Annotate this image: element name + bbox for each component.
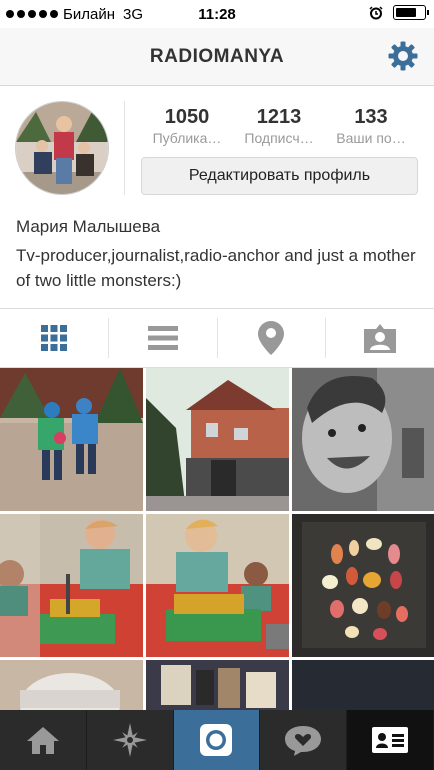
grid-photo[interactable] xyxy=(0,660,143,710)
status-bar: Билайн 3G 11:28 xyxy=(0,0,434,28)
followers-stat[interactable]: 1213 Подписч… xyxy=(232,106,326,146)
gear-icon[interactable] xyxy=(387,40,419,72)
following-stat[interactable]: 133 Ваши по… xyxy=(324,106,418,146)
bottom-tab-bar xyxy=(0,710,434,770)
followers-count: 1213 xyxy=(256,106,302,128)
activity-heart-icon xyxy=(285,726,322,756)
camera-icon xyxy=(200,724,233,756)
grid-photo[interactable] xyxy=(292,660,434,710)
profile-view-tabs xyxy=(0,308,434,368)
carrier-name: Билайн xyxy=(63,5,115,23)
grid-photo[interactable] xyxy=(292,514,434,657)
grid-icon xyxy=(40,325,67,351)
home-icon xyxy=(26,727,59,754)
tab-explore[interactable] xyxy=(87,710,174,770)
followers-label: Подписч… xyxy=(244,130,314,146)
tab-list[interactable] xyxy=(109,318,218,358)
grid-photo[interactable] xyxy=(146,514,289,657)
profile-avatar[interactable] xyxy=(15,101,109,195)
grid-photo[interactable] xyxy=(146,368,289,511)
grid-photo[interactable] xyxy=(0,514,143,657)
profile-username-title: RADIOMANYA xyxy=(149,46,285,67)
alarm-icon xyxy=(369,5,383,19)
list-icon xyxy=(147,326,178,350)
battery-icon xyxy=(393,5,429,20)
posts-label: Публика… xyxy=(152,130,222,146)
profile-full-name: Мария Малышева xyxy=(16,217,161,236)
tab-camera[interactable] xyxy=(173,710,261,770)
signal-strength-icon xyxy=(6,10,58,18)
profile-divider xyxy=(124,101,125,195)
nav-bar: RADIOMANYA xyxy=(0,28,434,86)
profile-bio: Tv-producer,journalist,radio-anchor and … xyxy=(16,246,416,290)
following-count: 133 xyxy=(354,106,388,128)
tagged-person-icon xyxy=(364,324,397,353)
edit-profile-button[interactable]: Редактировать профиль xyxy=(141,157,418,195)
tab-home[interactable] xyxy=(0,710,87,770)
tab-activity[interactable] xyxy=(260,710,348,770)
tab-map[interactable] xyxy=(218,318,327,358)
grid-photo[interactable] xyxy=(292,368,434,511)
map-pin-icon xyxy=(258,321,285,355)
posts-count: 1050 xyxy=(164,106,210,128)
grid-photo[interactable] xyxy=(146,660,289,710)
grid-photo[interactable] xyxy=(0,368,143,511)
tab-profile[interactable] xyxy=(347,710,434,770)
explore-icon xyxy=(112,723,147,757)
photo-grid xyxy=(0,368,434,710)
tab-grid[interactable] xyxy=(0,318,109,358)
tab-tagged[interactable] xyxy=(326,318,434,358)
posts-stat[interactable]: 1050 Публика… xyxy=(140,106,234,146)
network-type: 3G xyxy=(122,5,143,23)
profile-card-icon xyxy=(372,727,409,753)
following-label: Ваши по… xyxy=(336,130,406,146)
